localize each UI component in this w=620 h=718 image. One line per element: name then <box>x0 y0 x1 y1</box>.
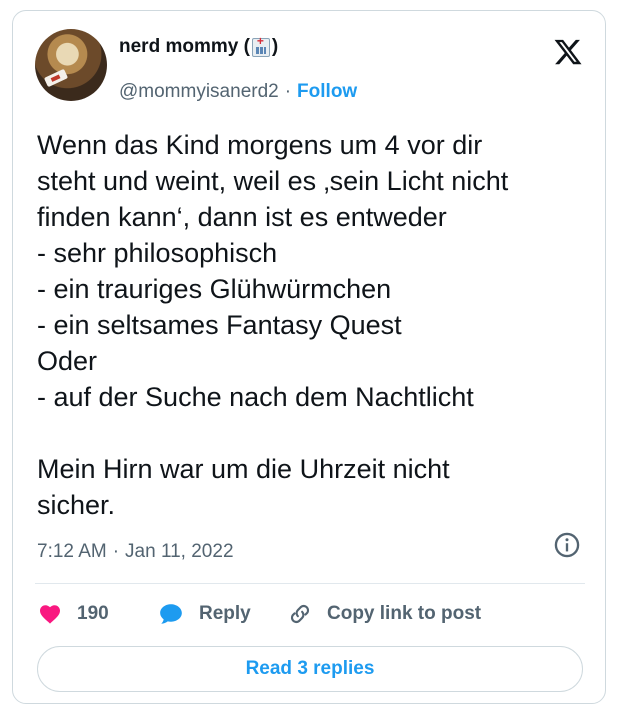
read-replies-button[interactable]: Read 3 replies <box>37 646 583 692</box>
divider <box>35 583 585 584</box>
heart-icon <box>40 605 60 624</box>
copy-link-label: Copy link to post <box>327 603 482 624</box>
action-bar: 190 Reply Copy link to post <box>37 599 481 629</box>
x-logo-icon[interactable] <box>553 37 583 67</box>
reply-label: Reply <box>199 603 251 624</box>
meta-separator: · <box>112 541 120 562</box>
reply-button[interactable]: Reply <box>157 601 287 627</box>
info-icon[interactable] <box>553 531 581 559</box>
tweet-meta: 7:12 AM · Jan 11, 2022 <box>37 541 234 563</box>
avatar[interactable] <box>35 29 107 101</box>
author-handle[interactable]: @mommyisanerd2 <box>119 81 279 103</box>
speech-bubble-icon <box>160 604 182 624</box>
copy-link-button[interactable]: Copy link to post <box>287 601 481 627</box>
tweet-date[interactable]: Jan 11, 2022 <box>125 541 233 563</box>
like-button[interactable]: 190 <box>37 602 157 626</box>
handle-row: @mommyisanerd2 · Follow <box>119 81 357 103</box>
follow-link[interactable]: Follow <box>297 81 357 103</box>
display-name[interactable]: nerd mommy ( ) <box>119 34 278 58</box>
tweet-card: nerd mommy ( ) @mommyisanerd2 · Follow W… <box>12 10 606 704</box>
tweet-time[interactable]: 7:12 AM <box>37 541 107 563</box>
like-count: 190 <box>77 603 109 624</box>
author-name-row[interactable]: nerd mommy ( ) <box>119 34 278 58</box>
link-icon <box>290 604 310 624</box>
tweet-text: Wenn das Kind morgens um 4 vor dir steht… <box>37 130 509 520</box>
handle-separator: · <box>284 81 292 102</box>
hospital-emoji-icon <box>251 34 270 57</box>
